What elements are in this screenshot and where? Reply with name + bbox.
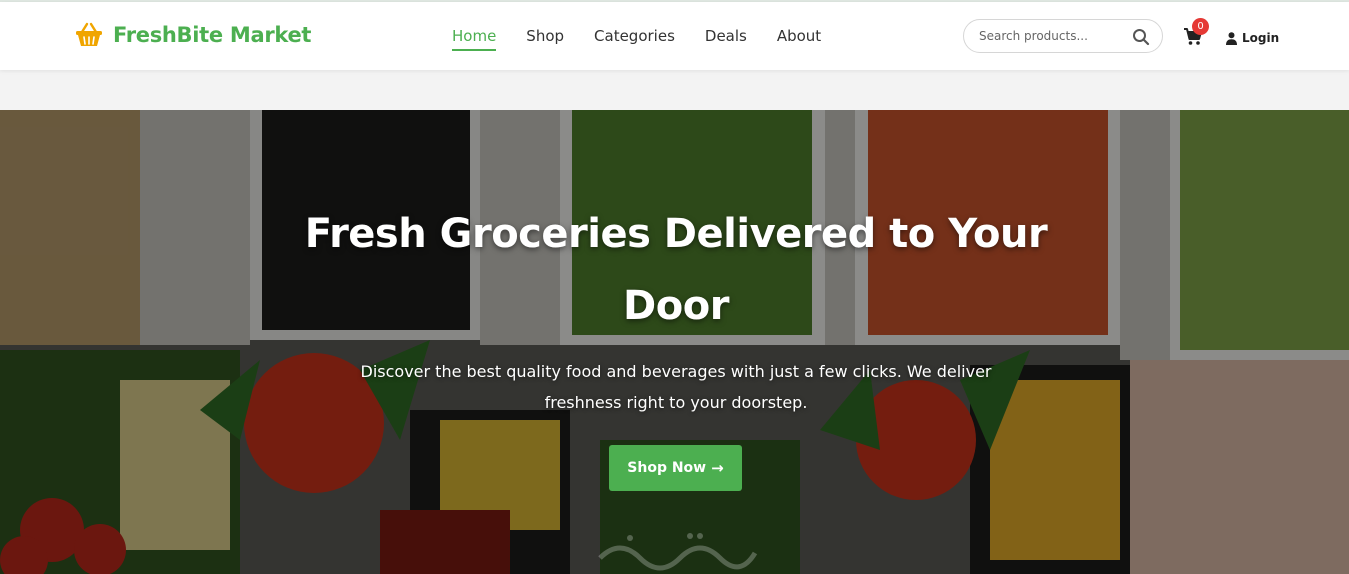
basket-icon bbox=[76, 22, 102, 46]
hero-banner: Fresh Groceries Delivered to Your Door D… bbox=[0, 110, 1349, 574]
shop-now-button[interactable]: Shop Now → bbox=[609, 445, 742, 491]
nav-item-categories[interactable]: Categories bbox=[594, 27, 675, 51]
nav-item-shop[interactable]: Shop bbox=[526, 27, 564, 51]
nav-item-home[interactable]: Home bbox=[452, 27, 497, 51]
hero-title: Fresh Groceries Delivered to Your Door bbox=[304, 211, 1048, 329]
navbar: FreshBite Market Home Shop Categories De… bbox=[0, 2, 1349, 70]
search-box bbox=[963, 19, 1163, 53]
login-button[interactable]: Login bbox=[1226, 31, 1279, 45]
cart-count-badge: 0 bbox=[1192, 18, 1209, 35]
login-label: Login bbox=[1242, 31, 1280, 45]
nav-item-about[interactable]: About bbox=[777, 27, 821, 51]
shop-now-label: Shop Now bbox=[627, 460, 707, 476]
main-nav: Home Shop Categories Deals About bbox=[452, 27, 851, 51]
hero-dark-overlay bbox=[0, 110, 1349, 574]
arrow-right-icon: → bbox=[711, 459, 724, 477]
user-icon bbox=[1226, 31, 1237, 45]
hero-subtitle: Discover the best quality food and bever… bbox=[360, 362, 992, 412]
search-icon[interactable] bbox=[1132, 28, 1150, 46]
brand-name: FreshBite Market bbox=[113, 23, 312, 47]
search-input[interactable] bbox=[979, 29, 1129, 43]
nav-item-deals[interactable]: Deals bbox=[705, 27, 747, 51]
brand[interactable]: FreshBite Market bbox=[75, 22, 311, 48]
watermark-logo bbox=[598, 533, 758, 571]
